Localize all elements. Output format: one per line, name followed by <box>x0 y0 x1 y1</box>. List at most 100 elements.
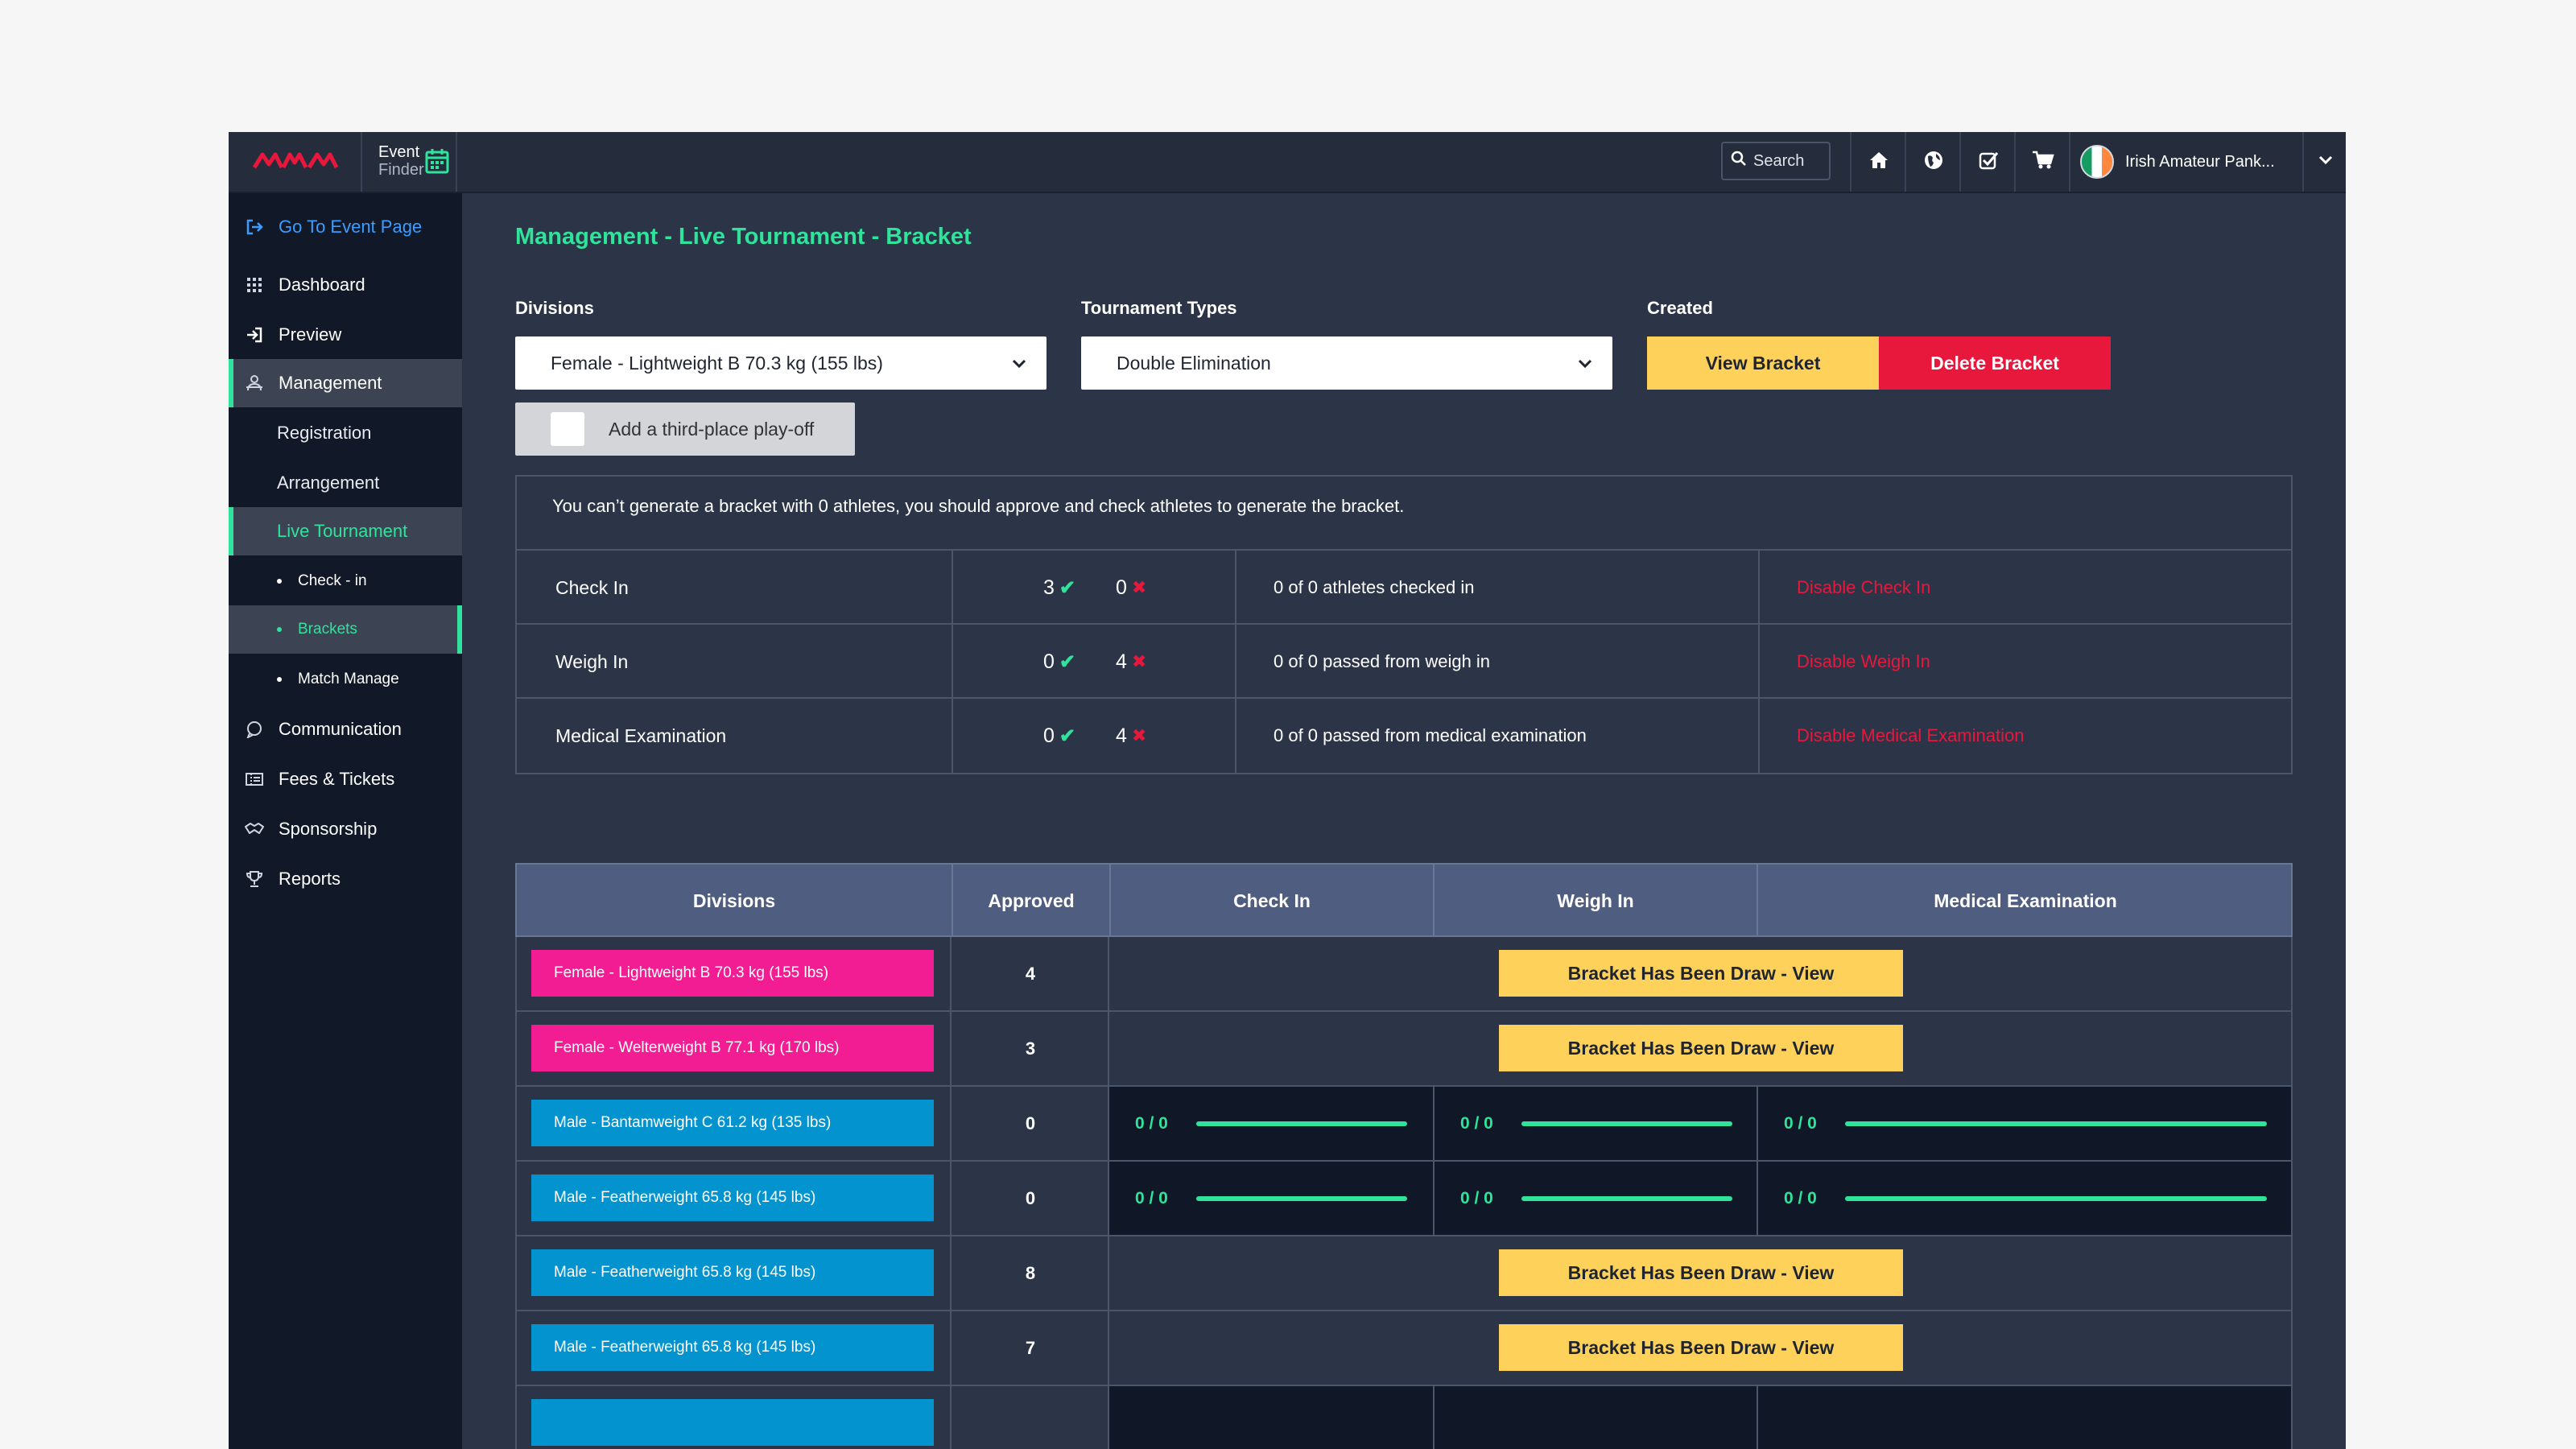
bracket-view-button[interactable]: Bracket Has Been Draw - View <box>1499 950 1903 997</box>
table-header: Divisions Approved Check In Weigh In Med… <box>515 863 2293 937</box>
division-tag[interactable]: Male - Featherweight 65.8 kg (145 lbs) <box>531 1249 934 1296</box>
division-tag[interactable]: Male - Featherweight 65.8 kg (145 lbs) <box>531 1174 934 1221</box>
calendar-icon <box>425 148 449 178</box>
bracket-view-button[interactable]: Bracket Has Been Draw - View <box>1499 1324 1903 1371</box>
status-text: 0 of 0 passed from weigh in <box>1274 651 1491 671</box>
column-header: Weigh In <box>1557 890 1634 911</box>
sidebar-item-fees-tickets[interactable]: Fees & Tickets <box>229 755 462 803</box>
column-header: Divisions <box>692 890 776 911</box>
app-window: Event Finder Search Irish Amateur Pank..… <box>229 132 2346 1449</box>
status-label: Check In <box>555 576 629 598</box>
third-place-label: Add a third-place play-off <box>609 418 815 440</box>
sidebar-item-label: Preview <box>279 324 342 345</box>
approved-count: 3 <box>1025 1038 1036 1059</box>
sidebar-item-label: Reports <box>279 869 341 889</box>
sidebar-item-dashboard[interactable]: Dashboard <box>229 261 462 309</box>
top-bar: Event Finder Search Irish Amateur Pank..… <box>229 132 2346 193</box>
user-menu-toggle[interactable] <box>2302 132 2346 192</box>
brand-logo[interactable] <box>252 150 339 175</box>
third-place-toggle[interactable]: Add a third-place play-off <box>515 402 855 456</box>
status-label: Medical Examination <box>555 724 727 746</box>
bracket-view-button[interactable]: Bracket Has Been Draw - View <box>1499 1025 1903 1071</box>
table-row: Female - Welterweight B 77.1 kg (170 lbs… <box>515 1012 2293 1087</box>
chevron-down-icon <box>1011 353 1027 374</box>
globe-button[interactable] <box>1905 132 1961 192</box>
disable-weigh-in-link[interactable]: Disable Weigh In <box>1797 625 1930 699</box>
status-row-weigh-in: Weigh In 0 ✔ 4 ✖ 0 of 0 passed from weigh … <box>517 623 2291 699</box>
home-icon <box>1868 151 1889 174</box>
management-icon <box>245 374 264 392</box>
sidebar-item-check-in[interactable]: Check - in <box>229 557 462 605</box>
sidebar-item-label: Dashboard <box>279 275 365 295</box>
user-name: Irish Amateur Pank... <box>2125 152 2275 171</box>
sidebar-item-label: Match Manage <box>298 671 399 687</box>
tasks-button[interactable] <box>1959 132 2016 192</box>
toggle-knob <box>551 412 584 446</box>
home-button[interactable] <box>1850 132 1906 192</box>
disable-check-in-link[interactable]: Disable Check In <box>1797 551 1930 625</box>
checkbox-icon <box>1978 150 1999 175</box>
sidebar-item-label: Live Tournament <box>277 521 408 541</box>
sidebar-item-label: Arrangement <box>277 473 380 493</box>
check-in-progress <box>1109 1386 1433 1449</box>
bullet-icon <box>277 579 282 584</box>
user-menu[interactable]: Irish Amateur Pank... <box>2069 132 2302 192</box>
sidebar-item-arrangement[interactable]: Arrangement <box>229 459 462 507</box>
view-bracket-button[interactable]: View Bracket <box>1647 336 1879 390</box>
sidebar-item-brackets[interactable]: Brackets <box>229 605 462 654</box>
sidebar-item-label: Registration <box>277 423 372 443</box>
division-tag[interactable]: Male - Bantamweight C 61.2 kg (135 lbs) <box>531 1100 934 1146</box>
weigh-in-progress: 0 / 0 <box>1433 1162 1757 1235</box>
sidebar-item-communication[interactable]: Communication <box>229 705 462 753</box>
sidebar-item-management[interactable]: Management <box>229 359 462 407</box>
disable-medical-link[interactable]: Disable Medical Examination <box>1797 699 2024 773</box>
rejected-count: 4 ✖ <box>1116 724 1147 747</box>
grid-icon <box>245 277 264 293</box>
divisions-select[interactable]: Female - Lightweight B 70.3 kg (155 lbs) <box>515 336 1046 390</box>
check-in-progress: 0 / 0 <box>1109 1162 1433 1235</box>
bracket-status-panel: You can’t generate a bracket with 0 athl… <box>515 475 2293 774</box>
medical-progress: 0 / 0 <box>1757 1162 2291 1235</box>
sidebar-item-sponsorship[interactable]: Sponsorship <box>229 805 462 853</box>
sidebar-item-reports[interactable]: Reports <box>229 855 462 903</box>
tournament-types-select[interactable]: Double Elimination <box>1081 336 1612 390</box>
sidebar-item-match-manage[interactable]: Match Manage <box>229 655 462 704</box>
division-tag[interactable]: Male - Featherweight 65.8 kg (145 lbs) <box>531 1324 934 1371</box>
sidebar-item-live-tournament[interactable]: Live Tournament <box>229 507 462 555</box>
status-row-medical: Medical Examination 0 ✔ 4 ✖ 0 of 0 passed … <box>517 697 2291 773</box>
sidebar-item-label: Check - in <box>298 572 367 589</box>
delete-bracket-button[interactable]: Delete Bracket <box>1879 336 2111 390</box>
exit-icon <box>245 218 264 236</box>
go-to-event-link[interactable]: Go To Event Page <box>229 203 462 251</box>
bracket-view-button[interactable]: Bracket Has Been Draw - View <box>1499 1249 1903 1296</box>
division-tag[interactable]: Female - Welterweight B 77.1 kg (170 lbs… <box>531 1025 934 1071</box>
approved-count: 0 <box>1025 1113 1036 1133</box>
status-text: 0 of 0 athletes checked in <box>1274 577 1475 597</box>
approved-count: 0 ✔ <box>1043 724 1076 747</box>
tournament-types-value: Double Elimination <box>1117 352 1271 374</box>
division-tag[interactable]: Female - Lightweight B 70.3 kg (155 lbs) <box>531 950 934 997</box>
weigh-in-progress <box>1433 1386 1757 1449</box>
column-header: Approved <box>988 890 1075 911</box>
sidebar-item-label: Sponsorship <box>279 819 378 839</box>
main-content: Management - Live Tournament - Bracket D… <box>462 193 2346 1449</box>
cart-button[interactable] <box>2014 132 2070 192</box>
table-row: Female - Lightweight B 70.3 kg (155 lbs)… <box>515 937 2293 1012</box>
close-icon: ✖ <box>1131 725 1147 745</box>
sidebar-item-registration[interactable]: Registration <box>229 409 462 457</box>
handshake-icon <box>245 822 264 836</box>
column-header: Check In <box>1233 890 1311 911</box>
close-icon: ✖ <box>1131 577 1147 597</box>
go-to-event-label: Go To Event Page <box>279 217 423 237</box>
division-tag[interactable] <box>531 1399 934 1446</box>
divisions-value: Female - Lightweight B 70.3 kg (155 lbs) <box>551 352 883 374</box>
search-icon <box>1731 151 1747 171</box>
sidebar-item-preview[interactable]: Preview <box>229 311 462 359</box>
event-finder-link[interactable]: Event Finder <box>361 132 457 192</box>
rejected-count: 4 ✖ <box>1116 650 1147 673</box>
check-icon: ✔ <box>1059 650 1076 673</box>
search-button[interactable]: Search <box>1721 142 1831 180</box>
sidebar-item-label: Brackets <box>298 621 357 638</box>
table-row: Male - Featherweight 65.8 kg (145 lbs) 0… <box>515 1162 2293 1236</box>
warning-message: You can’t generate a bracket with 0 athl… <box>552 496 1405 516</box>
